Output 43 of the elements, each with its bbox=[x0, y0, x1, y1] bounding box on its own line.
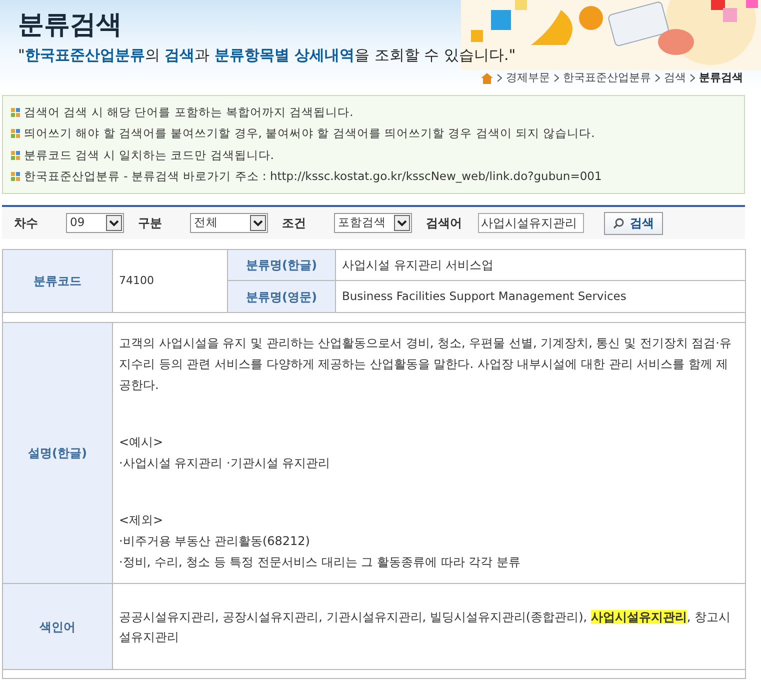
search-icon bbox=[613, 218, 624, 228]
field-label: 구분 bbox=[138, 215, 163, 232]
header-cell: 설명(한글) bbox=[3, 323, 113, 583]
description-text: 고객의 사업시설을 유지 및 관리하는 산업활동으로서 경비, 청소, 우편물 선별, 기계장치, 통신 및 전기장치 점검·유지수리 등의 관련 서비스를 다양하게 제공하는 산업활동을 말한다. 사업장 내부시설에 대한 관리 서비스를 함께 제공한다. bbox=[119, 335, 732, 394]
description-text: ·정비, 수리, 청소 등 특정 전문서비스 대리는 그 활동종류에 따라 각각 분류 bbox=[119, 554, 522, 571]
description-text: ·사업시설 유지관리 ·기관시설 유지관리 bbox=[119, 455, 332, 472]
description-text: <예시> bbox=[119, 434, 164, 451]
field-label: 조건 bbox=[282, 215, 307, 232]
header-cell: 색인어 bbox=[3, 584, 113, 669]
breadcrumb-link[interactable]: 한국표준산업분류 bbox=[563, 70, 651, 86]
search-input[interactable]: 사업시설유지관리 bbox=[478, 213, 584, 233]
bullet-icon bbox=[11, 129, 20, 138]
dropdown[interactable]: 전체 bbox=[190, 213, 268, 233]
notice-text: 분류코드 검색 시 일치하는 코드만 검색됩니다. bbox=[24, 146, 274, 164]
breadcrumb-link[interactable]: 분류검색 bbox=[699, 70, 743, 86]
notice-text: 한국표준산업분류 - 분류검색 바로가기 주소 : http://kssc.kostat.go.kr/ksscNew_web/link.do?gubun=001 bbox=[24, 168, 602, 185]
chevron-icon bbox=[497, 74, 502, 82]
bullet-icon bbox=[11, 172, 20, 181]
chevron-icon bbox=[655, 74, 660, 82]
breadcrumb-link[interactable]: 경제부문 bbox=[506, 70, 550, 86]
notice-text: 검색어 검색 시 해당 단어를 포함하는 복합어까지 검색됩니다. bbox=[24, 104, 354, 121]
dropdown[interactable]: 포함검색 bbox=[334, 213, 412, 233]
index-terms-text: 공공시설유지관리, 공장시설유지관리, 기관시설유지관리, 빌딩시설유지관리(종합관리), 사업시설유지관리, 창고시설유지관리 bbox=[119, 608, 732, 646]
header-cell: 분류명(한글) bbox=[228, 250, 336, 280]
chevron-icon bbox=[554, 74, 559, 82]
chevron-icon bbox=[690, 74, 695, 82]
description-text: <제외> bbox=[119, 512, 164, 529]
bullet-icon bbox=[11, 108, 20, 118]
page-subtitle: "한국표준산업분류의 검색과 분류항목별 상세내역을 조회할 수 있습니다." bbox=[18, 45, 516, 66]
home-icon[interactable] bbox=[481, 72, 493, 84]
breadcrumb-link[interactable]: 검색 bbox=[664, 70, 686, 86]
notice-text: 띄어쓰기 해야 할 검색어를 붙여쓰기할 경우, 붙여써야 할 검색어를 띄어쓰기할 경우 검색이 되지 않습니다. bbox=[24, 125, 595, 142]
description-text: ·비주거용 부동산 관리활동(68212) bbox=[119, 533, 311, 550]
page-title: 분류검색 bbox=[18, 9, 122, 42]
dropdown[interactable]: 09 bbox=[66, 213, 124, 233]
table-cell-text: 사업시설 유지관리 서비스업 bbox=[341, 257, 495, 274]
table-cell-text: Business Facilities Support Management Services bbox=[341, 288, 628, 305]
header-cell: 분류코드 bbox=[3, 250, 113, 312]
bullet-icon bbox=[11, 150, 20, 160]
field-label: 검색어 bbox=[426, 215, 463, 232]
header-cell: 분류명(영문) bbox=[228, 281, 336, 312]
field-label: 차수 bbox=[14, 215, 39, 232]
search-button[interactable]: 검색 bbox=[604, 212, 663, 234]
